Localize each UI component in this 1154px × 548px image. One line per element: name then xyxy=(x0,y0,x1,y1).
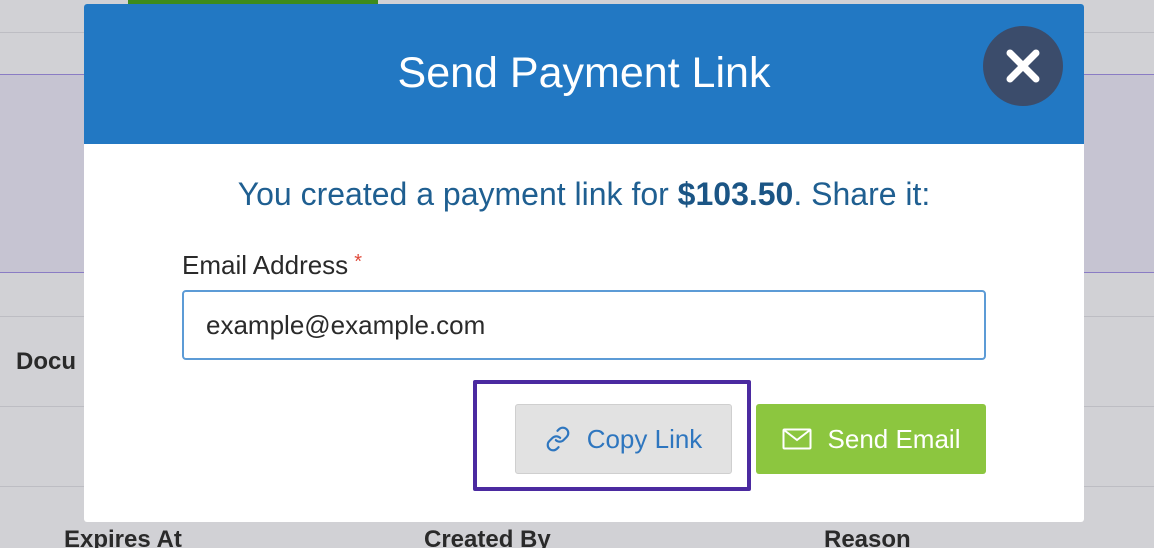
modal-title: Send Payment Link xyxy=(397,48,771,97)
email-label: Email Address * xyxy=(182,250,362,281)
send-email-button[interactable]: Send Email xyxy=(756,404,986,474)
link-icon xyxy=(545,426,571,452)
background-column-expires-at: Expires At xyxy=(64,526,182,548)
share-message: You created a payment link for $103.50. … xyxy=(84,176,1084,213)
background-column-reason: Reason xyxy=(824,526,911,548)
send-email-label: Send Email xyxy=(827,423,961,454)
copy-link-label: Copy Link xyxy=(586,423,703,454)
envelope-icon xyxy=(782,428,812,450)
share-prefix: You created a payment link for xyxy=(237,176,678,212)
close-icon xyxy=(1005,48,1041,84)
share-suffix: . Share it: xyxy=(793,176,931,212)
email-input[interactable] xyxy=(182,290,986,360)
required-marker: * xyxy=(354,251,362,273)
background-row-label: Docu xyxy=(16,348,76,375)
background-column-created-by: Created By xyxy=(424,526,551,548)
copy-link-button[interactable]: Copy Link xyxy=(515,404,732,474)
close-button[interactable] xyxy=(983,26,1063,106)
modal-header: Send Payment Link xyxy=(84,4,1084,144)
payment-amount: $103.50 xyxy=(677,176,794,212)
email-label-text: Email Address xyxy=(182,250,349,280)
